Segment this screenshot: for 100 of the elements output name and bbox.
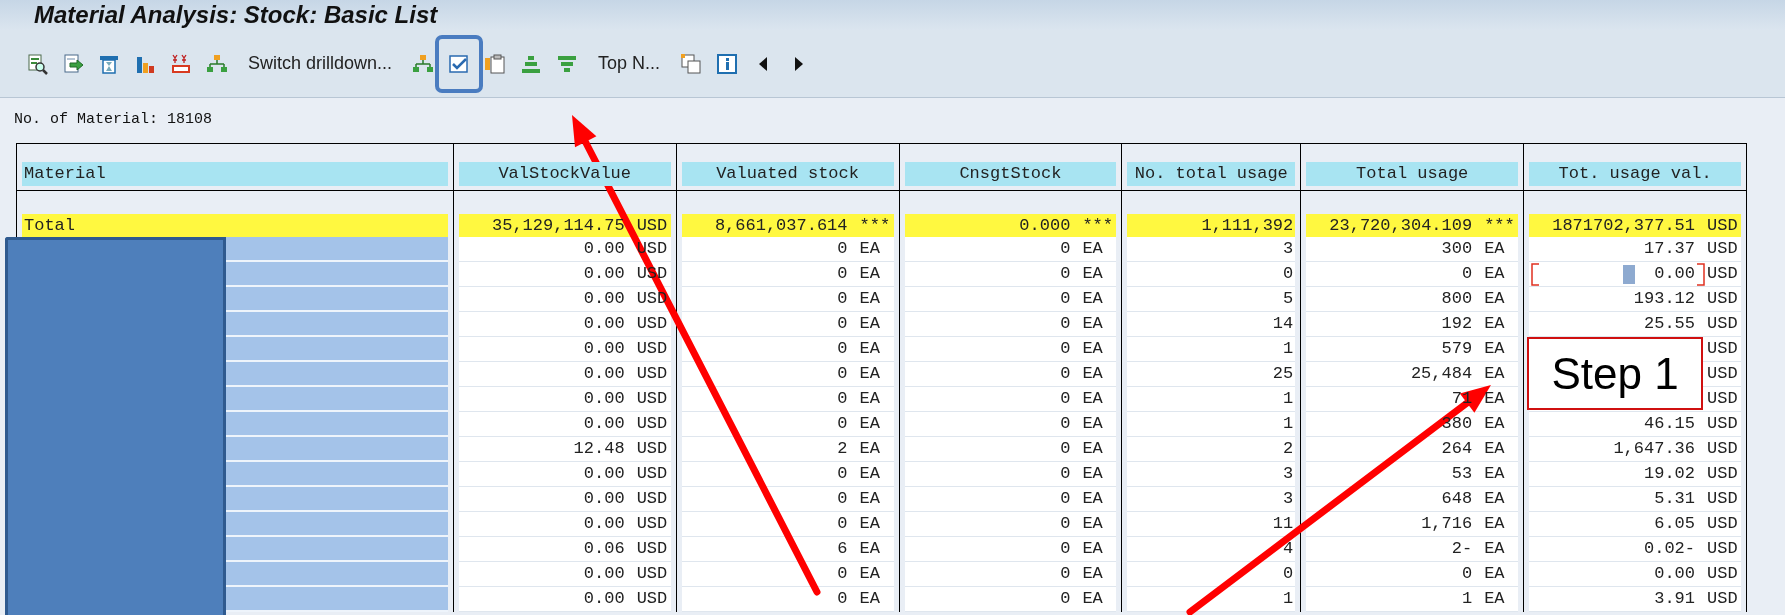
unit-label: USD [636, 338, 669, 360]
cell-value: 1,716 [1421, 513, 1473, 535]
column-header[interactable]: Valuated stock [681, 162, 894, 186]
cell-value: 380 [1441, 413, 1473, 435]
cell-value: 0 [837, 313, 848, 335]
unit-label: EA [1484, 238, 1506, 260]
cell-value: 6 [837, 538, 848, 560]
unit-label: USD [1707, 363, 1739, 385]
cell-value: 0 [837, 413, 848, 435]
cell-value: 193.12 [1633, 288, 1695, 310]
unit-label: USD [1707, 413, 1739, 435]
toolbar-button[interactable]: Top N... [592, 49, 667, 78]
unit-label: EA [1484, 313, 1506, 335]
unit-label: EA [1484, 438, 1506, 460]
currency-icon[interactable] [170, 52, 192, 75]
column-header[interactable]: Total usage [1306, 162, 1519, 186]
hierarchy-icon[interactable] [206, 52, 228, 75]
cell-value: 300 [1441, 238, 1473, 260]
cell-value: 0.00 [583, 413, 625, 435]
unit-label: EA [1082, 238, 1104, 260]
unit-label: USD [1707, 463, 1739, 485]
cell-value: 0.00 [1654, 563, 1695, 585]
cell-value: 0.00 [583, 513, 625, 535]
cell-value: 12.48 [573, 438, 625, 460]
cell-value: 0.00 [583, 388, 625, 410]
cell-value: 0 [837, 238, 848, 260]
unit-label: EA [1082, 363, 1104, 385]
cell-value: 0.00 [583, 563, 625, 585]
copy-icon[interactable] [680, 52, 703, 75]
cell-value: 192 [1441, 313, 1473, 335]
cell-value: 3 [1283, 238, 1294, 260]
cell-value: 0 [837, 263, 848, 285]
cell-value: 0.02- [1644, 538, 1695, 560]
cell-value: 0.00 [583, 238, 625, 260]
unit-label: EA [1484, 488, 1506, 510]
cell-value: 0 [1283, 263, 1294, 285]
unit-label: USD [1707, 588, 1739, 610]
column-header[interactable]: ValStockValue [458, 162, 671, 186]
checkmark-icon[interactable] [448, 52, 471, 75]
column-header[interactable]: CnsgtStock [904, 162, 1117, 186]
cell-value: 0 [837, 588, 848, 610]
column-header[interactable]: Tot. usage val. [1529, 162, 1741, 186]
unit-label: EA [1484, 263, 1506, 285]
cell-value: 25,484 [1410, 363, 1473, 385]
unit-label: EA [1082, 263, 1104, 285]
cell-value: 3 [1283, 463, 1294, 485]
cell-value: 0 [1283, 563, 1294, 585]
cell-value: 0.00 [583, 363, 625, 385]
cell-value: 35,129,114.75 [492, 215, 625, 237]
unit-label: USD [1707, 238, 1739, 260]
info-icon[interactable] [716, 52, 739, 75]
unit-label: USD [636, 463, 669, 485]
unit-label: USD [636, 563, 669, 585]
cell-value: 2- [1451, 538, 1473, 560]
unit-label: EA [859, 513, 881, 535]
cell-value: 800 [1441, 288, 1473, 310]
clipboard-icon[interactable] [484, 52, 507, 75]
cell-value: 0 [1461, 263, 1473, 285]
unit-label: EA [1484, 288, 1506, 310]
cell-value: 6.05 [1654, 513, 1695, 535]
unit-label: EA [859, 538, 881, 560]
unit-label: EA [1082, 413, 1104, 435]
unit-label: EA [1484, 363, 1506, 385]
toolbar-button[interactable]: Switch drilldown... [242, 49, 399, 78]
unit-label: EA [1484, 388, 1506, 410]
unit-label: EA [859, 313, 881, 335]
column-header[interactable]: No. total usage [1127, 162, 1296, 186]
unit-label: EA [1484, 463, 1506, 485]
cell-value: 0.00 [1654, 263, 1695, 285]
cell-value: 0 [1060, 413, 1071, 435]
unit-label: USD [636, 215, 669, 237]
cell-value: 0.00 [583, 263, 625, 285]
cell-value: 0.000 [1019, 215, 1071, 237]
cell-value: 2 [837, 438, 848, 460]
cell-value: 1 [1461, 588, 1473, 610]
cell-value: 0 [1461, 563, 1473, 585]
unit-label: EA [859, 588, 881, 610]
cell-value: 0 [1060, 463, 1071, 485]
window-title: Material Analysis: Stock: Basic List [34, 1, 438, 29]
document-arrow-icon[interactable] [62, 52, 84, 75]
hierarchy-icon[interactable] [412, 52, 435, 75]
unit-label: EA [1082, 588, 1104, 610]
cell-value: 0 [837, 363, 848, 385]
cell-value: 0 [1060, 338, 1071, 360]
cell-value: 23,720,304.109 [1329, 215, 1473, 237]
cell-value: 0 [837, 388, 848, 410]
unit-label: USD [1707, 538, 1739, 560]
unit-label: EA [1082, 563, 1104, 585]
unit-label: *** [859, 215, 892, 237]
unit-label: EA [859, 463, 881, 485]
unit-label: EA [1082, 288, 1104, 310]
unit-label: USD [636, 488, 669, 510]
cell-value: 0 [1060, 538, 1071, 560]
cell-value: 0.06 [583, 538, 625, 560]
cell-value: 0 [837, 513, 848, 535]
column-header[interactable]: Material [22, 162, 448, 186]
document-search-icon[interactable] [26, 52, 48, 75]
cell-value: 0 [837, 463, 848, 485]
cell-value: 0.00 [583, 313, 625, 335]
step-label: Step 1 [1527, 337, 1703, 410]
